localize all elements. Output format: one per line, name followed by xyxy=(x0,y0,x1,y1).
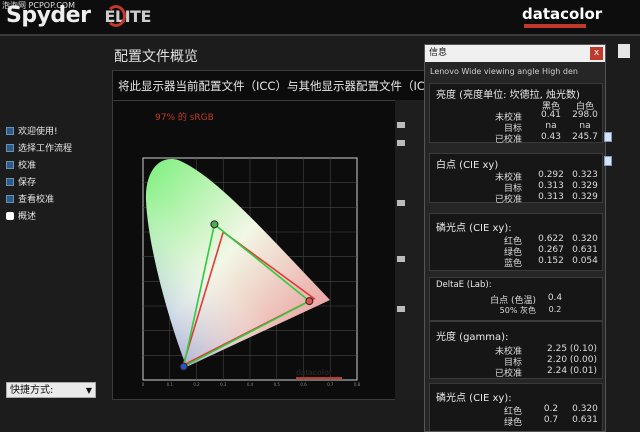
table-row: 50% 灰色 0.2 xyxy=(499,305,562,315)
table-row: 目标 na na xyxy=(503,121,591,134)
x-tick-label: 0.4 xyxy=(247,382,254,387)
expand-button[interactable] xyxy=(618,44,630,58)
x-tick-label: 0 xyxy=(142,382,145,387)
table-row: 红色 0.622 0.320 xyxy=(503,234,598,247)
x-tick-label: 0.6 xyxy=(300,382,307,387)
gamma-section: 光度 (gamma): 未校准 2.25 (0.10) 目标 2.20 (0.00)… xyxy=(429,321,603,379)
section-title: 磷光点 (CIE xy): xyxy=(436,393,512,404)
phosphor-section-2: 磷光点 (CIE xy): 红色 0.2 0.320 绿色 0.7 0.631 xyxy=(429,383,603,431)
luminance-section: 亮度 (亮度单位: 坎德拉, 烛光数) 黑色 白色 未校准 0.41 298.0 目… xyxy=(429,83,603,145)
info-toggle-button[interactable] xyxy=(604,156,612,166)
section-title: 磷光点 (CIE xy): xyxy=(436,223,512,234)
chart-logo: datacolor xyxy=(296,368,332,377)
info-panel: 信息 x Lenovo Wide viewing angle High den … xyxy=(424,44,606,432)
srgb-coverage-label: 97% 的 sRGB xyxy=(155,113,214,123)
section-title: 光度 (gamma): xyxy=(436,332,509,343)
x-tick-label: 0.3 xyxy=(220,382,227,387)
deltae-section: DeltaE (Lab): 白点 (色温) 0.4 50% 灰色 0.2 xyxy=(429,277,603,321)
x-tick-label: 0.2 xyxy=(193,382,200,387)
table-row: 目标 2.20 (0.00) xyxy=(503,355,597,368)
table-row: 已校准 0.313 0.329 xyxy=(494,192,598,205)
info-header: 信息 x xyxy=(425,45,605,62)
table-row: 绿色 0.7 0.631 xyxy=(503,415,598,428)
table-row: 白点 (色温) 0.4 xyxy=(490,293,563,306)
x-tick-label: 0.8 xyxy=(354,382,361,387)
section-title: 白点 (CIE xy) xyxy=(436,160,499,171)
red-primary-point xyxy=(305,297,314,306)
section-title: DeltaE (Lab): xyxy=(436,280,492,290)
table-row: 蓝色 0.152 0.054 xyxy=(503,256,598,269)
green-primary-point xyxy=(210,220,219,229)
table-row: 已校准 0.43 245.7 xyxy=(494,132,598,145)
table-row: 未校准 2.25 (0.10) xyxy=(494,344,597,357)
monitor-name: Lenovo Wide viewing angle High den xyxy=(430,67,578,76)
table-row: 未校准 0.292 0.323 xyxy=(494,170,598,183)
table-row: 目标 0.313 0.329 xyxy=(503,181,598,194)
table-row: 红色 0.2 0.320 xyxy=(503,404,598,417)
table-row: 已校准 2.24 (0.01) xyxy=(494,366,597,379)
table-row: 未校准 0.41 298.0 xyxy=(494,110,598,123)
chart-logo-bar xyxy=(296,377,342,379)
x-tick-label: 0.7 xyxy=(327,382,334,387)
close-icon[interactable]: x xyxy=(590,47,603,60)
info-toggle-button[interactable] xyxy=(604,132,612,142)
whitepoint-section: 白点 (CIE xy) 未校准 0.292 0.323 目标 0.313 0.329 已… xyxy=(429,153,603,205)
info-title: 信息 xyxy=(429,48,448,58)
x-tick-label: 0.5 xyxy=(274,382,281,387)
x-tick-label: 0.1 xyxy=(167,382,174,387)
x-axis-ticks: 0 0.1 0.2 0.3 0.4 0.5 0.6 0.7 0.8 xyxy=(142,382,361,387)
blue-primary-point xyxy=(179,362,188,371)
table-row: 绿色 0.267 0.631 xyxy=(503,245,598,258)
phosphor-section: 磷光点 (CIE xy): 红色 0.622 0.320 绿色 0.267 0.631 … xyxy=(429,213,603,271)
